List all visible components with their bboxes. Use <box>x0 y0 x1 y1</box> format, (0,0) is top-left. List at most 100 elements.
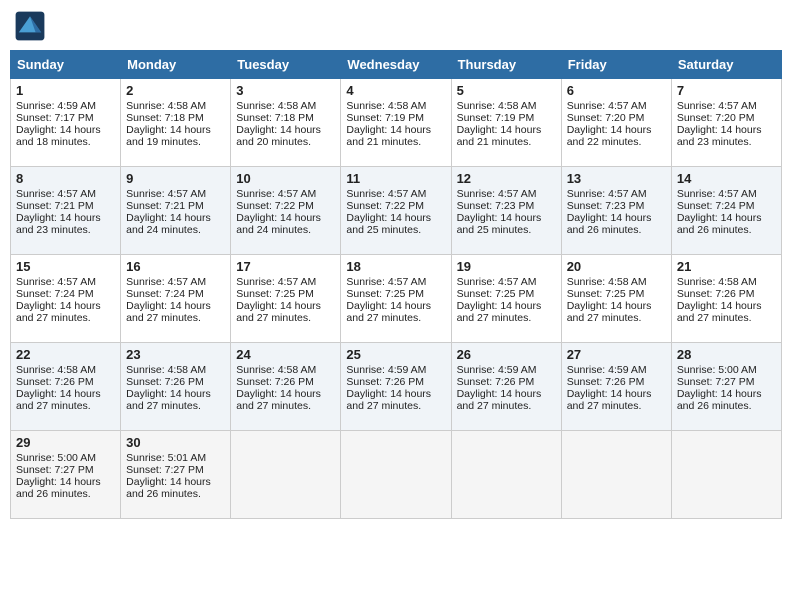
calendar-cell: 18Sunrise: 4:57 AMSunset: 7:25 PMDayligh… <box>341 255 451 343</box>
day-info: Daylight: 14 hours <box>126 212 225 224</box>
day-number: 30 <box>126 435 225 450</box>
day-info: Daylight: 14 hours <box>346 212 445 224</box>
day-info: Sunrise: 4:58 AM <box>126 364 225 376</box>
day-number: 4 <box>346 83 445 98</box>
calendar-cell: 19Sunrise: 4:57 AMSunset: 7:25 PMDayligh… <box>451 255 561 343</box>
day-info: and 27 minutes. <box>126 312 225 324</box>
calendar-cell: 23Sunrise: 4:58 AMSunset: 7:26 PMDayligh… <box>121 343 231 431</box>
day-info: Sunset: 7:26 PM <box>457 376 556 388</box>
day-info: Sunrise: 4:59 AM <box>16 100 115 112</box>
day-number: 24 <box>236 347 335 362</box>
day-info: Daylight: 14 hours <box>567 388 666 400</box>
calendar-cell: 30Sunrise: 5:01 AMSunset: 7:27 PMDayligh… <box>121 431 231 519</box>
day-info: Daylight: 14 hours <box>567 212 666 224</box>
day-info: and 27 minutes. <box>677 312 776 324</box>
day-number: 9 <box>126 171 225 186</box>
day-info: Sunrise: 4:57 AM <box>677 100 776 112</box>
day-info: Sunset: 7:22 PM <box>236 200 335 212</box>
day-info: and 27 minutes. <box>126 400 225 412</box>
day-info: Sunrise: 4:58 AM <box>677 276 776 288</box>
day-number: 21 <box>677 259 776 274</box>
day-of-week-header: Monday <box>121 51 231 79</box>
day-info: and 26 minutes. <box>16 488 115 500</box>
calendar-cell: 25Sunrise: 4:59 AMSunset: 7:26 PMDayligh… <box>341 343 451 431</box>
day-info: and 26 minutes. <box>126 488 225 500</box>
day-info: Sunrise: 4:57 AM <box>16 276 115 288</box>
day-info: and 20 minutes. <box>236 136 335 148</box>
day-info: Sunset: 7:25 PM <box>457 288 556 300</box>
day-info: Sunrise: 4:57 AM <box>236 276 335 288</box>
day-info: Sunrise: 4:57 AM <box>16 188 115 200</box>
day-info: Sunset: 7:19 PM <box>457 112 556 124</box>
day-info: Daylight: 14 hours <box>457 124 556 136</box>
day-info: and 25 minutes. <box>346 224 445 236</box>
day-info: and 25 minutes. <box>457 224 556 236</box>
day-info: and 27 minutes. <box>346 312 445 324</box>
day-of-week-header: Saturday <box>671 51 781 79</box>
day-number: 17 <box>236 259 335 274</box>
day-info: Sunset: 7:20 PM <box>567 112 666 124</box>
day-info: and 27 minutes. <box>16 312 115 324</box>
day-info: Sunrise: 4:57 AM <box>457 188 556 200</box>
day-info: Daylight: 14 hours <box>677 212 776 224</box>
day-info: Daylight: 14 hours <box>16 388 115 400</box>
day-info: and 27 minutes. <box>457 400 556 412</box>
day-info: and 27 minutes. <box>236 400 335 412</box>
day-info: Sunset: 7:22 PM <box>346 200 445 212</box>
day-info: and 19 minutes. <box>126 136 225 148</box>
day-info: Daylight: 14 hours <box>677 300 776 312</box>
day-info: Sunrise: 4:58 AM <box>16 364 115 376</box>
day-info: and 27 minutes. <box>16 400 115 412</box>
day-number: 14 <box>677 171 776 186</box>
day-info: and 21 minutes. <box>457 136 556 148</box>
day-number: 18 <box>346 259 445 274</box>
day-info: Sunrise: 4:57 AM <box>126 188 225 200</box>
day-info: Sunset: 7:23 PM <box>567 200 666 212</box>
day-info: Sunrise: 4:59 AM <box>346 364 445 376</box>
day-info: and 27 minutes. <box>457 312 556 324</box>
day-info: Sunset: 7:26 PM <box>346 376 445 388</box>
calendar-cell: 14Sunrise: 4:57 AMSunset: 7:24 PMDayligh… <box>671 167 781 255</box>
day-info: Daylight: 14 hours <box>567 300 666 312</box>
day-info: and 24 minutes. <box>236 224 335 236</box>
calendar-cell: 3Sunrise: 4:58 AMSunset: 7:18 PMDaylight… <box>231 79 341 167</box>
day-info: and 27 minutes. <box>567 312 666 324</box>
day-info: Daylight: 14 hours <box>457 388 556 400</box>
calendar-cell: 16Sunrise: 4:57 AMSunset: 7:24 PMDayligh… <box>121 255 231 343</box>
day-info: Sunset: 7:26 PM <box>567 376 666 388</box>
day-info: Sunrise: 4:58 AM <box>236 364 335 376</box>
day-info: Daylight: 14 hours <box>236 300 335 312</box>
day-of-week-header: Thursday <box>451 51 561 79</box>
day-info: Daylight: 14 hours <box>126 476 225 488</box>
calendar-cell: 11Sunrise: 4:57 AMSunset: 7:22 PMDayligh… <box>341 167 451 255</box>
day-info: Sunset: 7:21 PM <box>16 200 115 212</box>
day-info: Sunrise: 4:58 AM <box>236 100 335 112</box>
day-info: Sunrise: 4:57 AM <box>346 276 445 288</box>
day-info: and 21 minutes. <box>346 136 445 148</box>
day-info: Daylight: 14 hours <box>16 476 115 488</box>
day-info: Sunrise: 4:57 AM <box>567 100 666 112</box>
calendar-cell: 6Sunrise: 4:57 AMSunset: 7:20 PMDaylight… <box>561 79 671 167</box>
day-number: 7 <box>677 83 776 98</box>
day-info: and 26 minutes. <box>567 224 666 236</box>
day-number: 8 <box>16 171 115 186</box>
day-info: Sunset: 7:25 PM <box>567 288 666 300</box>
day-info: Daylight: 14 hours <box>236 124 335 136</box>
calendar-cell: 15Sunrise: 4:57 AMSunset: 7:24 PMDayligh… <box>11 255 121 343</box>
day-info: Sunrise: 4:58 AM <box>457 100 556 112</box>
day-info: Sunset: 7:24 PM <box>16 288 115 300</box>
day-number: 29 <box>16 435 115 450</box>
day-info: Sunset: 7:26 PM <box>16 376 115 388</box>
page-header <box>10 10 782 42</box>
calendar-cell: 1Sunrise: 4:59 AMSunset: 7:17 PMDaylight… <box>11 79 121 167</box>
day-info: Sunset: 7:26 PM <box>126 376 225 388</box>
calendar-cell <box>341 431 451 519</box>
day-info: Daylight: 14 hours <box>236 388 335 400</box>
day-info: Sunrise: 4:57 AM <box>126 276 225 288</box>
day-of-week-header: Friday <box>561 51 671 79</box>
day-info: Daylight: 14 hours <box>567 124 666 136</box>
day-info: Sunset: 7:24 PM <box>677 200 776 212</box>
day-info: Sunrise: 5:00 AM <box>16 452 115 464</box>
day-info: Sunset: 7:20 PM <box>677 112 776 124</box>
day-info: Daylight: 14 hours <box>16 212 115 224</box>
